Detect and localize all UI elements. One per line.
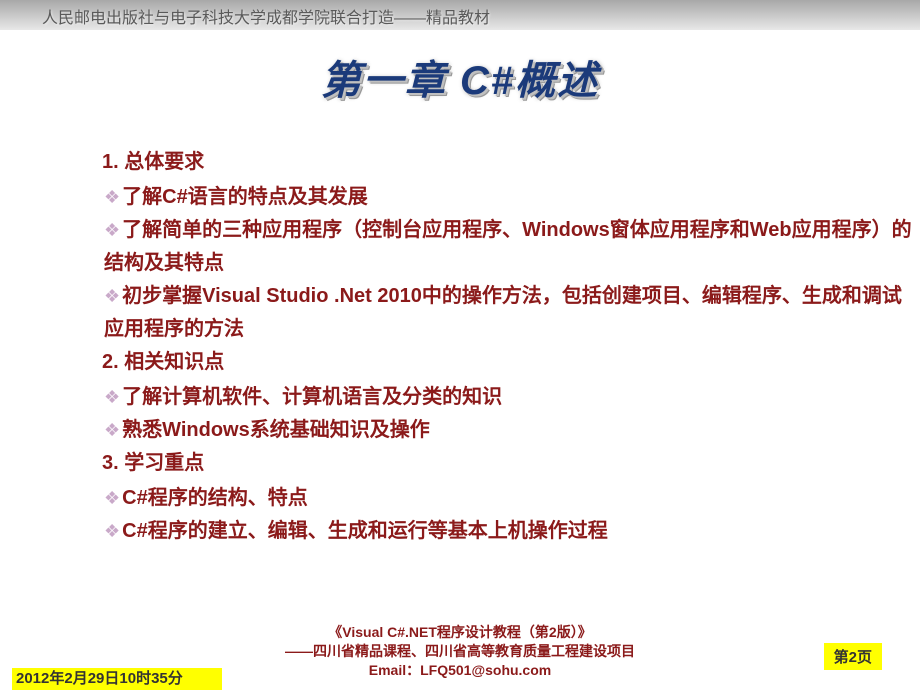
- diamond-icon: ❖: [104, 282, 120, 312]
- footer-center: 《Visual C#.NET程序设计教程（第2版）》 ——四川省精品课程、四川省…: [240, 623, 680, 680]
- slide-title-container: 第一章 C#概述: [0, 48, 920, 106]
- footer-book-title: 《Visual C#.NET程序设计教程（第2版）》: [240, 623, 680, 642]
- bullet-text: 了解C#语言的特点及其发展: [122, 186, 368, 208]
- section-head-3: 3. 学习重点: [102, 447, 920, 480]
- bullet-item: ❖熟悉Windows系统基础知识及操作: [102, 414, 920, 447]
- header-banner: 人民邮电出版社与电子科技大学成都学院联合打造——精品教材: [0, 0, 920, 30]
- bullet-item: ❖初步掌握Visual Studio .Net 2010中的操作方法，包括创建项…: [102, 280, 920, 346]
- page-number: 第2页: [824, 643, 882, 670]
- footer-subtitle: ——四川省精品课程、四川省高等教育质量工程建设项目: [240, 642, 680, 661]
- section-head-1: 1. 总体要求: [102, 146, 920, 179]
- bullet-item: ❖C#程序的结构、特点: [102, 482, 920, 515]
- bullet-text: 了解计算机软件、计算机语言及分类的知识: [122, 386, 502, 408]
- bullet-text: 熟悉Windows系统基础知识及操作: [122, 419, 430, 441]
- diamond-icon: ❖: [104, 216, 120, 246]
- bullet-text: C#程序的结构、特点: [122, 487, 308, 509]
- bullet-item: ❖了解计算机软件、计算机语言及分类的知识: [102, 381, 920, 414]
- slide-title: 第一章 C#概述: [321, 59, 599, 103]
- diamond-icon: ❖: [104, 484, 120, 514]
- bullet-text: 了解简单的三种应用程序（控制台应用程序、Windows窗体应用程序和Web应用程…: [104, 219, 912, 274]
- bullet-text: C#程序的建立、编辑、生成和运行等基本上机操作过程: [122, 520, 608, 542]
- bullet-item: ❖了解C#语言的特点及其发展: [102, 181, 920, 214]
- bullet-item: ❖C#程序的建立、编辑、生成和运行等基本上机操作过程: [102, 515, 920, 548]
- header-banner-text: 人民邮电出版社与电子科技大学成都学院联合打造——精品教材: [42, 10, 490, 27]
- footer-email: Email：LFQ501@sohu.com: [240, 661, 680, 680]
- diamond-icon: ❖: [104, 416, 120, 446]
- bullet-text: 初步掌握Visual Studio .Net 2010中的操作方法，包括创建项目…: [104, 285, 902, 340]
- footer: 2012年2月29日10时35分 《Visual C#.NET程序设计教程（第2…: [0, 618, 920, 690]
- slide-content: 1. 总体要求 ❖了解C#语言的特点及其发展 ❖了解简单的三种应用程序（控制台应…: [0, 146, 920, 548]
- diamond-icon: ❖: [104, 517, 120, 547]
- timestamp: 2012年2月29日10时35分: [12, 668, 222, 690]
- bullet-item: ❖了解简单的三种应用程序（控制台应用程序、Windows窗体应用程序和Web应用…: [102, 214, 920, 280]
- diamond-icon: ❖: [104, 383, 120, 413]
- diamond-icon: ❖: [104, 183, 120, 213]
- section-head-2: 2. 相关知识点: [102, 346, 920, 379]
